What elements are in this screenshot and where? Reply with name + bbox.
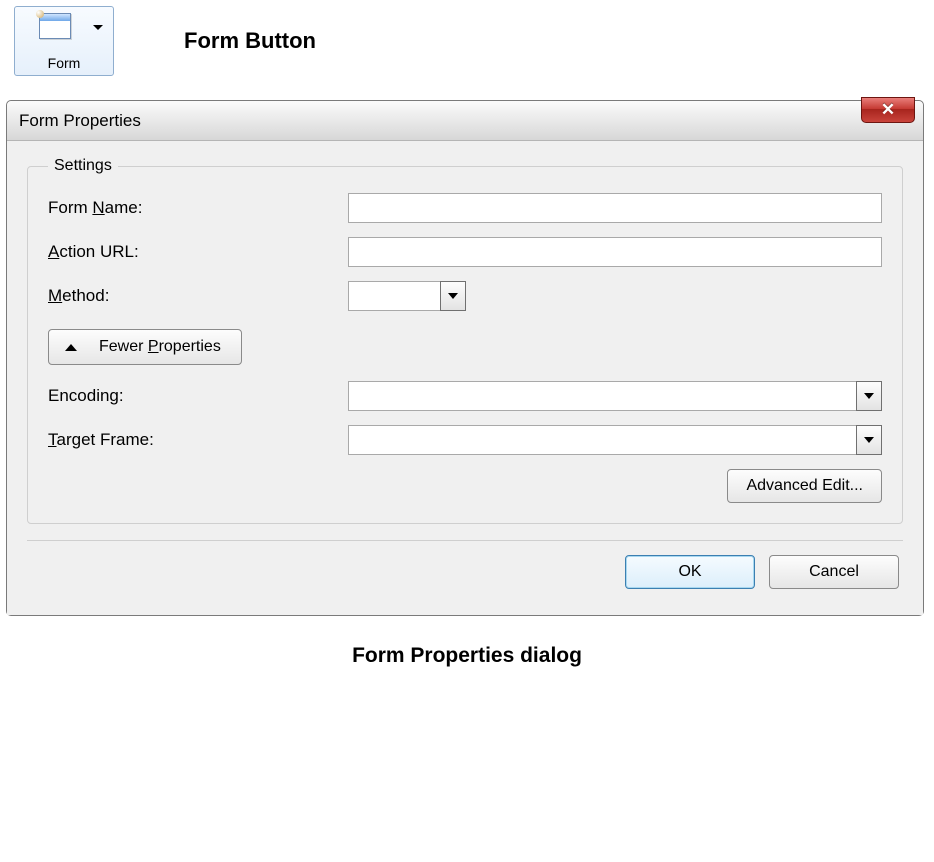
encoding-input[interactable]	[348, 381, 856, 411]
action-url-input[interactable]	[348, 237, 882, 267]
form-toolbar-button-label: Form	[48, 55, 81, 71]
chevron-up-icon	[65, 344, 77, 351]
close-icon: ✕	[881, 100, 895, 120]
figure-caption: Form Properties dialog	[0, 644, 934, 668]
encoding-combo[interactable]	[348, 381, 882, 411]
close-button[interactable]: ✕	[861, 97, 915, 123]
encoding-label: Encoding:	[48, 386, 348, 406]
encoding-dropdown-button[interactable]	[856, 381, 882, 411]
form-name-input[interactable]	[348, 193, 882, 223]
chevron-down-icon	[864, 437, 874, 443]
target-frame-input[interactable]	[348, 425, 856, 455]
separator	[27, 540, 903, 541]
method-label: Method:	[48, 286, 348, 306]
cancel-button[interactable]: Cancel	[769, 555, 899, 589]
dialog-title: Form Properties	[19, 111, 141, 131]
form-name-label: Form Name:	[48, 198, 348, 218]
chevron-down-icon	[864, 393, 874, 399]
ok-button[interactable]: OK	[625, 555, 755, 589]
settings-legend: Settings	[48, 157, 118, 175]
settings-group: Settings Form Name: Action URL: Method:	[27, 157, 903, 524]
section-heading: Form Button	[184, 28, 316, 54]
fewer-properties-button[interactable]: Fewer Properties	[48, 329, 242, 365]
target-frame-combo[interactable]	[348, 425, 882, 455]
target-frame-label: Target Frame:	[48, 430, 348, 450]
form-properties-dialog: Form Properties ✕ Settings Form Name: Ac…	[6, 100, 924, 616]
method-input[interactable]	[348, 281, 440, 311]
advanced-edit-button[interactable]: Advanced Edit...	[727, 469, 882, 503]
form-icon	[39, 13, 71, 39]
method-combo[interactable]	[348, 281, 466, 311]
titlebar: Form Properties ✕	[7, 101, 923, 141]
form-toolbar-button[interactable]: Form	[14, 6, 114, 76]
chevron-down-icon	[448, 293, 458, 299]
dropdown-arrow-icon[interactable]	[93, 25, 103, 30]
target-frame-dropdown-button[interactable]	[856, 425, 882, 455]
action-url-label: Action URL:	[48, 242, 348, 262]
method-dropdown-button[interactable]	[440, 281, 466, 311]
